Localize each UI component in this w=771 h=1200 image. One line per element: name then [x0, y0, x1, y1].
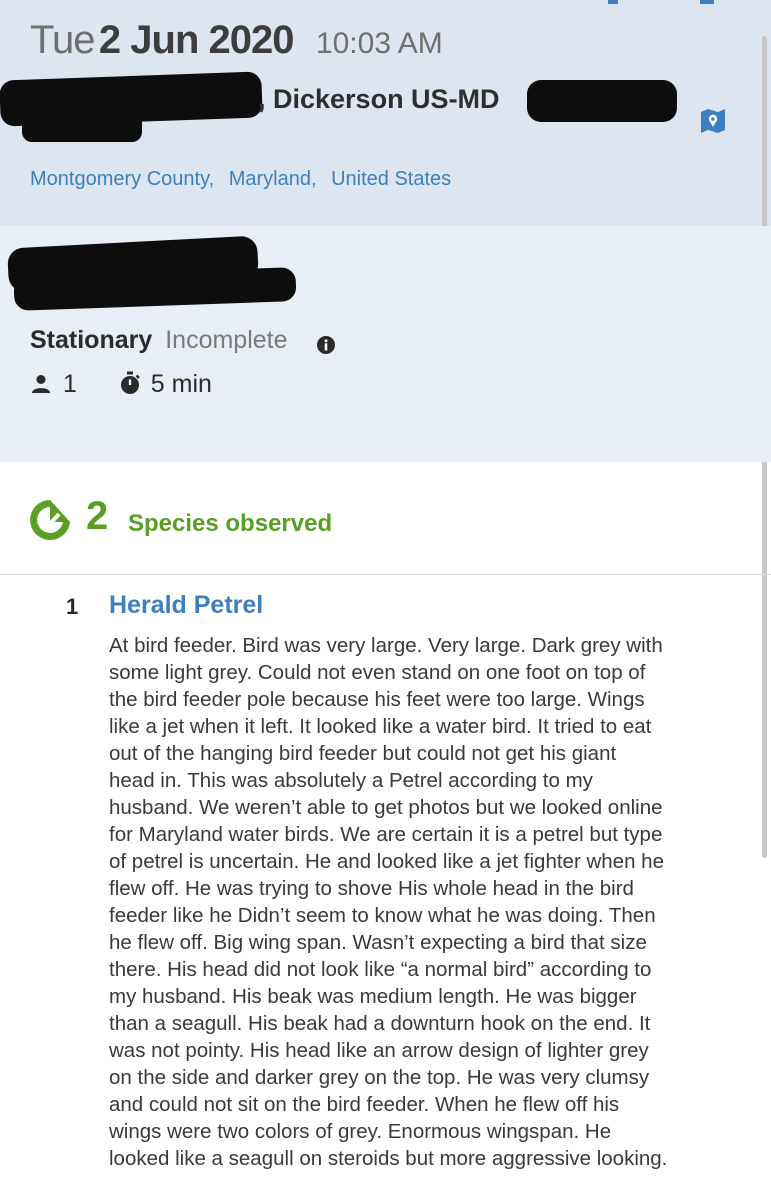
checklist-datetime: Tue 2 Jun 2020 10:03 AM — [30, 18, 443, 63]
duration: 5 min — [150, 370, 212, 398]
species-count: 2 — [86, 494, 109, 538]
protocol-status: Incomplete — [165, 326, 288, 354]
redacted-location-code — [527, 80, 677, 122]
protocol-line: Stationary Incomplete — [30, 326, 288, 355]
toolbar-edge-icon — [608, 0, 714, 4]
species-label: Species observed — [128, 510, 333, 537]
protocol-type: Stationary — [30, 326, 153, 354]
species-comment: At bird feeder. Bird was very large. Ver… — [109, 634, 668, 1170]
checklist-time: 10:03 AM — [315, 27, 443, 60]
day-of-week: Tue — [30, 18, 95, 62]
region-links: Montgomery County, Maryland, United Stat… — [30, 168, 460, 191]
info-icon[interactable] — [316, 335, 336, 355]
observer-count: 1 — [62, 370, 77, 398]
checklist-stats: 1 5 min — [30, 370, 212, 399]
species-summary: 2 Species observed — [0, 462, 771, 575]
country-link[interactable]: United States — [331, 168, 451, 190]
entry-count: 1 — [66, 594, 79, 619]
checklist-date: 2 Jun 2020 — [98, 18, 295, 62]
stopwatch-icon — [120, 371, 140, 394]
check-arrow-icon — [30, 500, 71, 540]
state-link[interactable]: Maryland, — [229, 168, 317, 190]
county-link[interactable]: Montgomery County, — [30, 168, 214, 190]
species-name-link[interactable]: Herald Petrel — [109, 591, 263, 620]
observer-icon — [32, 375, 50, 393]
map-pin-icon[interactable] — [700, 108, 726, 134]
location-name: , Dickerson US-MD — [258, 84, 500, 114]
redacted-location-line2 — [22, 112, 142, 142]
checklist-header: Tue 2 Jun 2020 10:03 AM , Dickerson US-M… — [0, 0, 771, 226]
